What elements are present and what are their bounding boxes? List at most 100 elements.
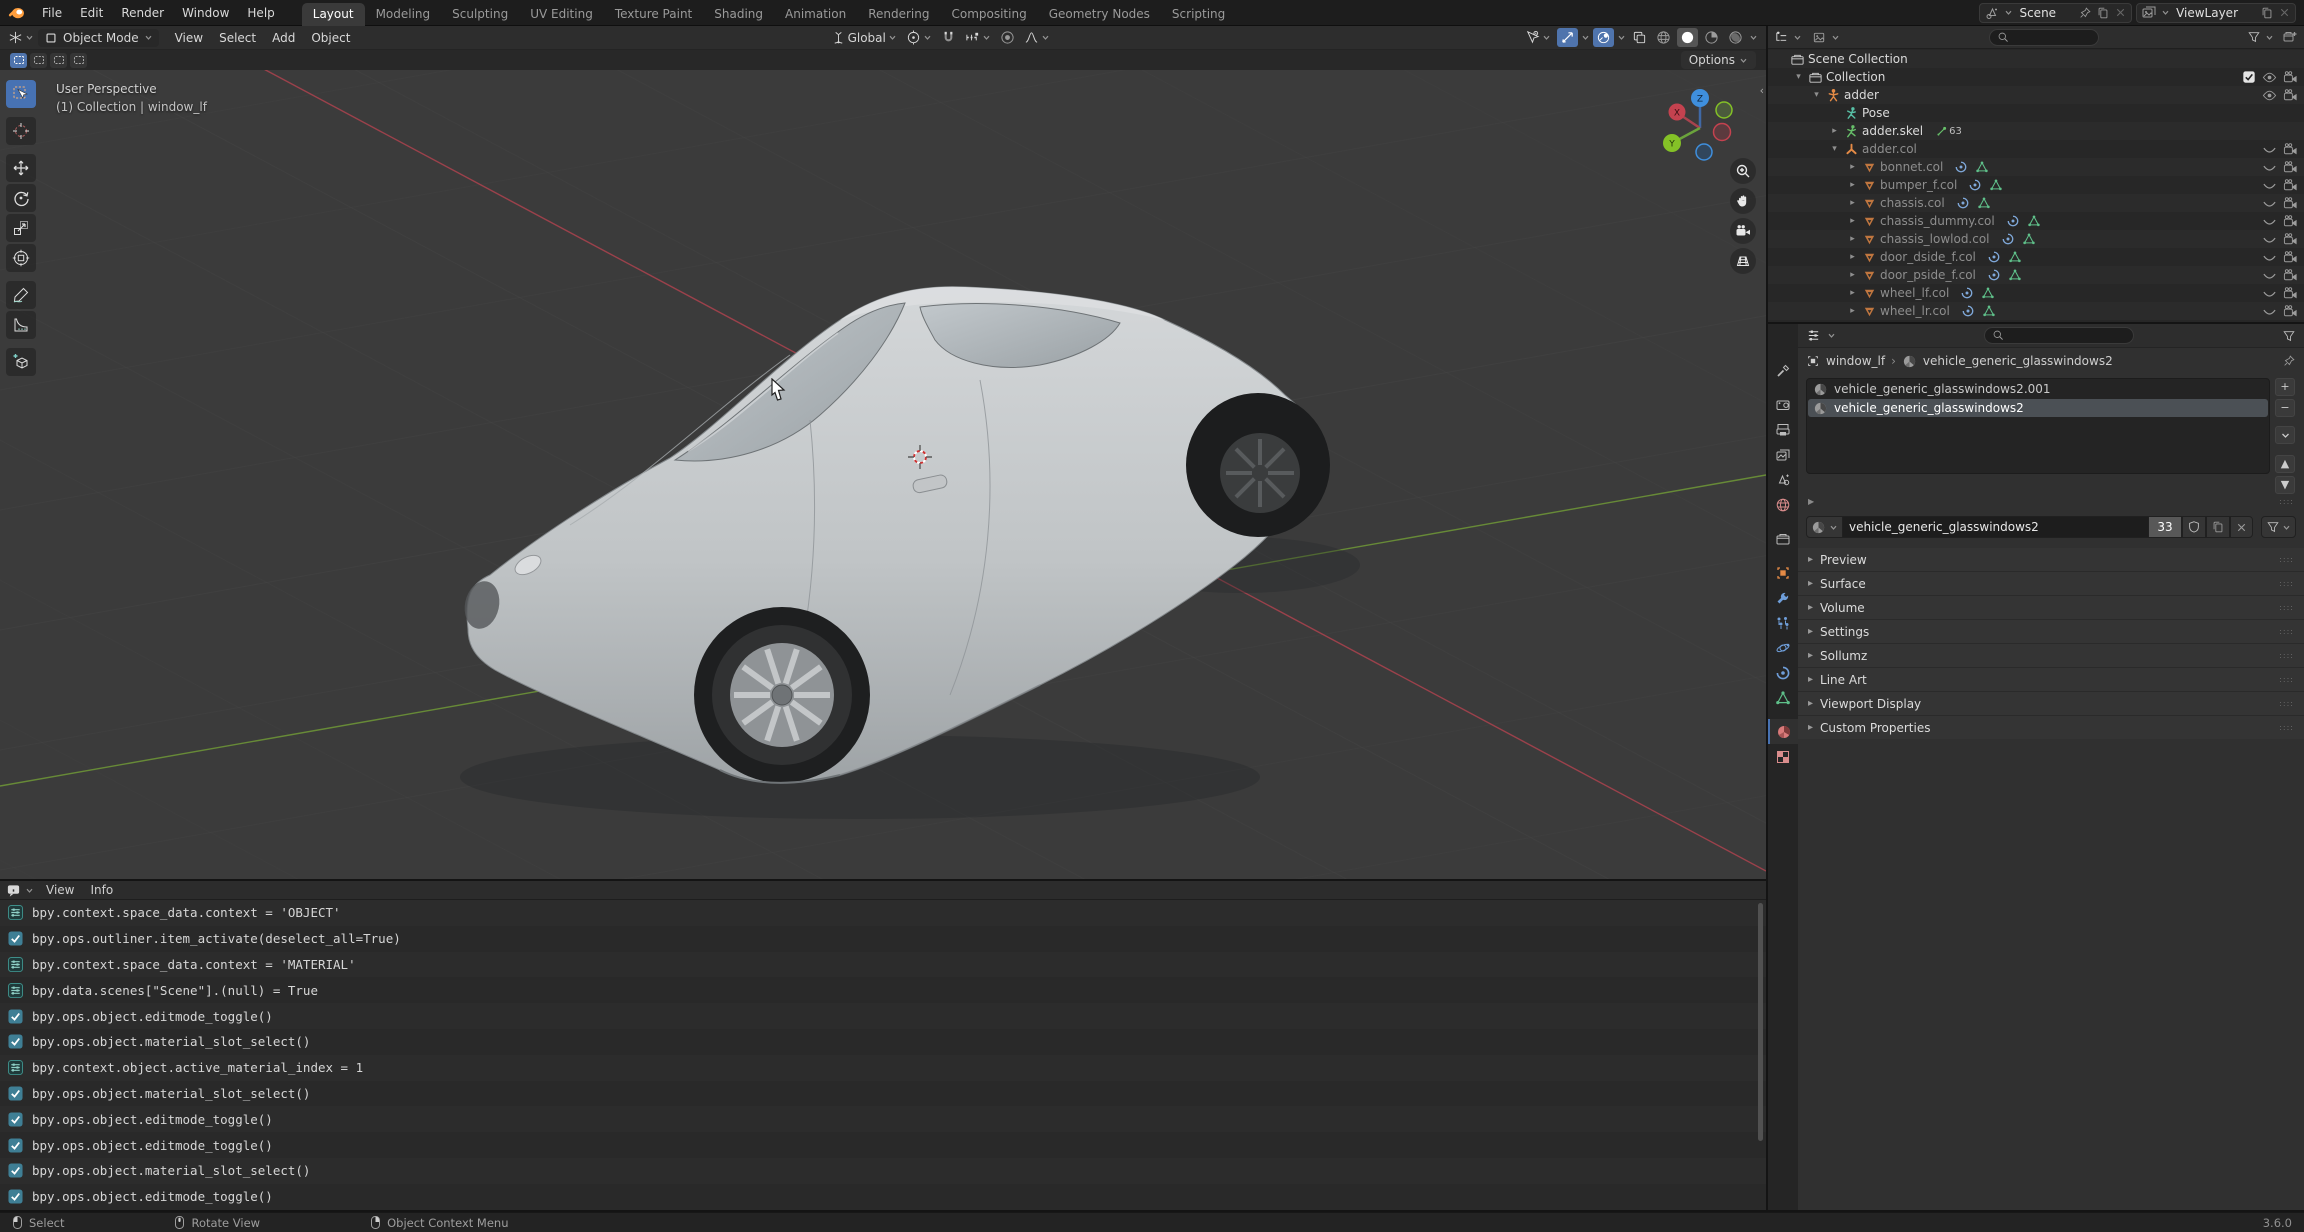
new-copy-icon[interactable] <box>2260 6 2274 20</box>
properties-tab-render[interactable] <box>1768 392 1798 417</box>
tab-scripting[interactable]: Scripting <box>1161 3 1236 26</box>
panel-drag-grip[interactable]: :::: <box>2279 723 2294 732</box>
panel-drag-grip[interactable]: :::: <box>2279 603 2294 612</box>
tab-geometry-nodes[interactable]: Geometry Nodes <box>1038 3 1161 26</box>
zoom-button[interactable] <box>1730 158 1756 184</box>
breadcrumb-material[interactable]: vehicle_generic_glasswindows2 <box>1923 354 2113 368</box>
disclosure-right-icon[interactable]: ▸ <box>1846 270 1859 280</box>
material-browse-button[interactable] <box>1806 516 1843 538</box>
pan-button[interactable] <box>1730 188 1756 214</box>
eye-closed-icon[interactable] <box>2262 178 2277 193</box>
info-log-row[interactable]: bpy.ops.object.editmode_toggle() <box>0 1132 1766 1158</box>
orientation-selector[interactable]: Global <box>828 28 900 47</box>
eye-closed-icon[interactable] <box>2262 250 2277 265</box>
tab-texture-paint[interactable]: Texture Paint <box>604 3 703 26</box>
info-log-row[interactable]: bpy.ops.object.material_slot_select() <box>0 1029 1766 1055</box>
camera-icon[interactable] <box>2283 178 2298 193</box>
shading-material[interactable] <box>1701 28 1722 47</box>
info-editor[interactable]: ViewInfo bpy.context.space_data.context … <box>0 881 1766 1210</box>
outliner-row-door-dside-f-col[interactable]: ▸ door_dside_f.col <box>1768 248 2304 266</box>
panel-drag-grip[interactable]: :::: <box>2279 579 2294 588</box>
outliner-row-wheel-lr-col[interactable]: ▸wheel_lr.col <box>1768 302 2304 320</box>
pin-icon[interactable] <box>2282 354 2296 368</box>
xray-toggle[interactable] <box>1629 28 1650 47</box>
camera-icon[interactable] <box>2283 160 2298 175</box>
info-log-row[interactable]: bpy.context.space_data.context = 'OBJECT… <box>0 900 1766 926</box>
info-menu-info[interactable]: Info <box>82 882 121 898</box>
properties-tab-constraints[interactable] <box>1768 660 1798 685</box>
outliner-item-label[interactable]: wheel_lf.col <box>1880 286 1949 300</box>
panel-drag-grip[interactable]: :::: <box>2279 627 2294 636</box>
info-menu-view[interactable]: View <box>38 882 82 898</box>
outliner-row-bumper-f-col[interactable]: ▸bumper_f.col <box>1768 176 2304 194</box>
panel-preview[interactable]: ▸Preview:::: <box>1798 548 2304 571</box>
tab-uv-editing[interactable]: UV Editing <box>519 3 604 26</box>
filter-funnel-icon[interactable] <box>2282 329 2296 343</box>
outliner-item-label[interactable]: chassis_lowlod.col <box>1880 232 1990 246</box>
panel-surface[interactable]: ▸Surface:::: <box>1798 572 2304 595</box>
eye-closed-icon[interactable] <box>2262 232 2277 247</box>
outliner-row-bonnet-col[interactable]: ▸bonnet.col <box>1768 158 2304 176</box>
menu-edit[interactable]: Edit <box>71 3 112 23</box>
outliner-row-door-pside-f-col[interactable]: ▸door_pside_f.col <box>1768 266 2304 284</box>
info-log-row[interactable]: bpy.data.scenes["Scene"].(null) = True <box>0 977 1766 1003</box>
outliner-item-label[interactable]: adder <box>1844 88 1879 102</box>
properties-tab-output[interactable] <box>1768 417 1798 442</box>
filter-funnel-icon[interactable] <box>2247 30 2261 44</box>
eye-closed-icon[interactable] <box>2262 160 2277 175</box>
breadcrumb-object[interactable]: window_lf <box>1826 354 1885 368</box>
shading-solid[interactable] <box>1677 28 1698 47</box>
outliner-item-label[interactable]: adder.skel <box>1862 124 1923 138</box>
scale-tool[interactable] <box>6 214 36 242</box>
outliner-item-label[interactable]: chassis.col <box>1880 196 1945 210</box>
properties-search-input[interactable] <box>1984 327 2134 344</box>
outliner-row-adder[interactable]: ▾adder <box>1768 86 2304 104</box>
outliner-search-input[interactable] <box>1989 29 2099 46</box>
blender-logo-icon[interactable] <box>8 4 25 21</box>
select-mode-subtract-icon[interactable] <box>50 53 67 68</box>
info-log-row[interactable]: bpy.ops.object.editmode_toggle() <box>0 1003 1766 1029</box>
camera-icon[interactable] <box>2283 232 2298 247</box>
measure-tool[interactable] <box>6 311 36 339</box>
eye-icon[interactable] <box>2262 70 2277 85</box>
remove-slot-button[interactable]: − <box>2275 399 2295 417</box>
unlink-material-button[interactable] <box>2230 516 2253 538</box>
tab-rendering[interactable]: Rendering <box>857 3 940 26</box>
material-user-count[interactable]: 33 <box>2148 516 2182 538</box>
gizmos-toggle[interactable] <box>1557 28 1578 47</box>
camera-icon[interactable] <box>2283 250 2298 265</box>
editor-type-properties-icon[interactable] <box>1806 328 1821 343</box>
material-filter-button[interactable] <box>2261 516 2296 538</box>
shading-wireframe[interactable] <box>1653 28 1674 47</box>
disclosure-right-icon[interactable]: ▸ <box>1846 252 1859 262</box>
eye-closed-icon[interactable] <box>2262 268 2277 283</box>
properties-tab-object-data[interactable] <box>1768 685 1798 710</box>
viewlayer-selector[interactable]: ViewLayer <box>2136 3 2296 23</box>
panel-volume[interactable]: ▸Volume:::: <box>1798 596 2304 619</box>
outliner-item-label[interactable]: Collection <box>1826 70 1885 84</box>
close-icon[interactable] <box>2114 6 2127 19</box>
snap-with-selector[interactable] <box>962 28 994 47</box>
properties-tab-physics[interactable] <box>1768 635 1798 660</box>
outliner-item-label[interactable]: door_dside_f.col <box>1880 250 1976 264</box>
eye-closed-icon[interactable] <box>2262 196 2277 211</box>
info-log-row[interactable]: bpy.context.object.active_material_index… <box>0 1055 1766 1081</box>
outliner-row-chassis-col[interactable]: ▸chassis.col <box>1768 194 2304 212</box>
tab-modeling[interactable]: Modeling <box>365 3 442 26</box>
proportional-edit-toggle[interactable] <box>997 28 1018 47</box>
properties-tab-collection[interactable] <box>1768 526 1798 551</box>
move-slot-down-button[interactable]: ▼ <box>2275 476 2295 494</box>
select-mode-new-icon[interactable] <box>10 53 27 68</box>
copy-material-button[interactable] <box>2206 516 2230 538</box>
transform-tool[interactable] <box>6 244 36 272</box>
camera-icon[interactable] <box>2283 214 2298 229</box>
close-icon[interactable] <box>2278 6 2291 19</box>
menu-render[interactable]: Render <box>112 3 173 23</box>
panel-viewport-display[interactable]: ▸Viewport Display:::: <box>1798 692 2304 715</box>
editor-type-3d-icon[interactable] <box>8 30 23 45</box>
material-name-field[interactable]: vehicle_generic_glasswindows2 <box>1843 516 2148 538</box>
pin-icon[interactable] <box>2078 6 2092 20</box>
disclosure-right-icon[interactable]: ▸ <box>1846 306 1859 316</box>
info-log-row[interactable]: bpy.ops.object.editmode_toggle() <box>0 1106 1766 1132</box>
panel-settings[interactable]: ▸Settings:::: <box>1798 620 2304 643</box>
